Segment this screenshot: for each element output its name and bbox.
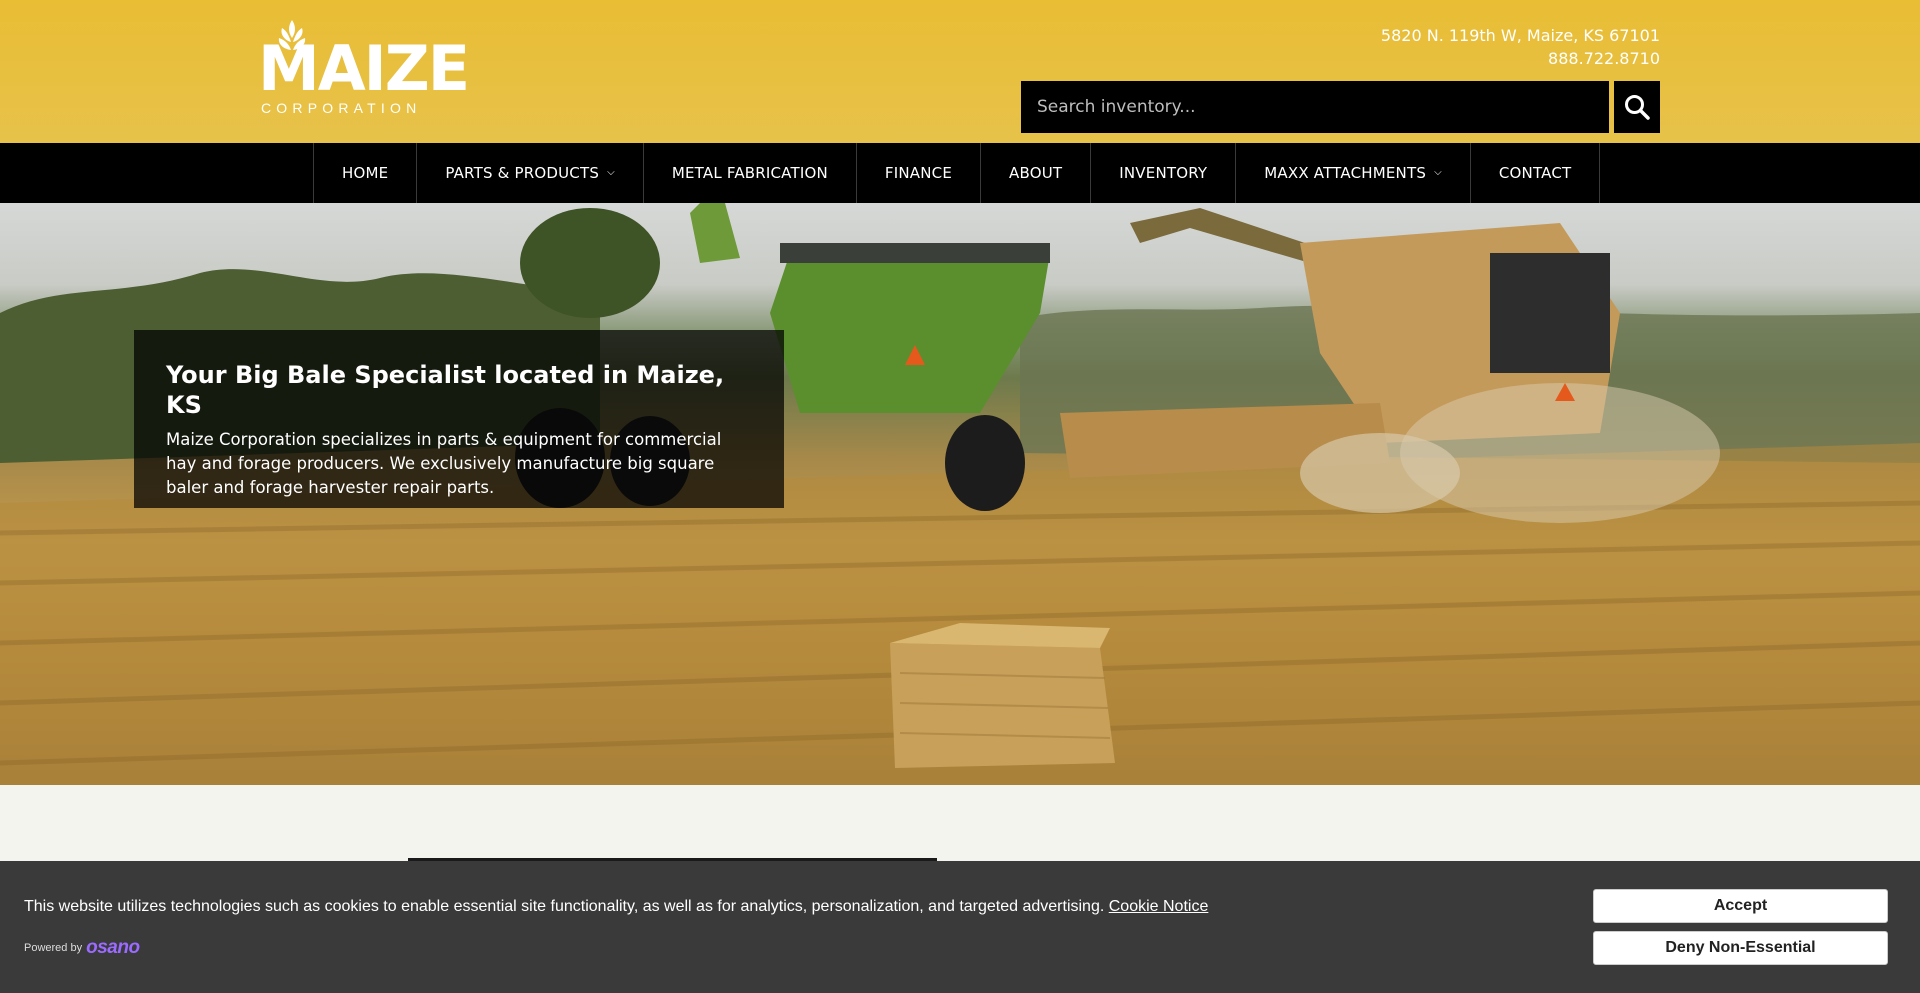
nav-item-maxx-attachments[interactable]: MAXX ATTACHMENTS ⌵	[1236, 143, 1471, 203]
nav-item-label: HOME	[342, 164, 389, 182]
nav-item-finance[interactable]: FINANCE	[857, 143, 982, 203]
contact-info: 5820 N. 119th W, Maize, KS 67101 888.722…	[1381, 24, 1660, 70]
hero-description: Maize Corporation specializes in parts &…	[166, 430, 722, 497]
cookie-message: This website utilizes technologies such …	[24, 898, 1208, 916]
main-nav: HOME PARTS & PRODUCTS ⌵ METAL FABRICATIO…	[0, 143, 1920, 203]
nav-item-metal-fabrication[interactable]: METAL FABRICATION	[644, 143, 857, 203]
hero-caption-box: Your Big Bale Specialist located in Maiz…	[134, 330, 784, 508]
cookie-notice-link[interactable]: Cookie Notice	[1109, 898, 1209, 915]
chevron-down-icon: ⌵	[1434, 166, 1442, 178]
logo-subtitle: CORPORATION	[261, 100, 422, 116]
address-text: 5820 N. 119th W, Maize, KS 67101	[1380, 26, 1660, 45]
nav-item-contact[interactable]: CONTACT	[1471, 143, 1601, 203]
nav-item-label: CONTACT	[1498, 164, 1572, 182]
nav-list: HOME PARTS & PRODUCTS ⌵ METAL FABRICATIO…	[313, 143, 1601, 203]
nav-item-label: PARTS & PRODUCTS	[445, 164, 600, 182]
site-header: MAIZE CORPORATION 5820 N. 119th W, Maize…	[0, 0, 1920, 143]
nav-item-label: MAXX ATTACHMENTS	[1264, 164, 1427, 182]
nav-item-parts-products[interactable]: PARTS & PRODUCTS ⌵	[417, 143, 644, 203]
nav-item-label: INVENTORY	[1119, 164, 1208, 182]
nav-item-label: METAL FABRICATION	[671, 164, 828, 182]
powered-by-label: Powered by	[24, 942, 83, 954]
cookie-banner: This website utilizes technologies such …	[0, 861, 1920, 993]
osano-logo[interactable]: osano	[86, 937, 140, 959]
powered-by: Powered by osano	[24, 937, 140, 959]
nav-item-about[interactable]: ABOUT	[981, 143, 1092, 203]
phone-link[interactable]: 888.722.8710	[1381, 47, 1660, 70]
accept-cookies-button[interactable]: Accept	[1593, 889, 1888, 923]
search-button[interactable]	[1614, 81, 1660, 133]
logo-wordmark: MAIZE	[258, 32, 470, 105]
nav-item-label: FINANCE	[884, 164, 953, 182]
hero-banner: Your Big Bale Specialist located in Maiz…	[0, 203, 1920, 785]
nav-item-label: ABOUT	[1009, 164, 1063, 182]
search-icon	[1625, 95, 1650, 120]
hero-title: Your Big Bale Specialist located in Maiz…	[166, 361, 725, 419]
search-input[interactable]	[1021, 81, 1609, 133]
deny-non-essential-button[interactable]: Deny Non-Essential	[1593, 931, 1888, 965]
maize-logo[interactable]: MAIZE CORPORATION	[258, 18, 470, 118]
nav-item-inventory[interactable]: INVENTORY	[1091, 143, 1237, 203]
cookie-message-text: This website utilizes technologies such …	[24, 898, 1105, 915]
chevron-down-icon: ⌵	[607, 166, 615, 178]
nav-item-home[interactable]: HOME	[314, 143, 418, 203]
